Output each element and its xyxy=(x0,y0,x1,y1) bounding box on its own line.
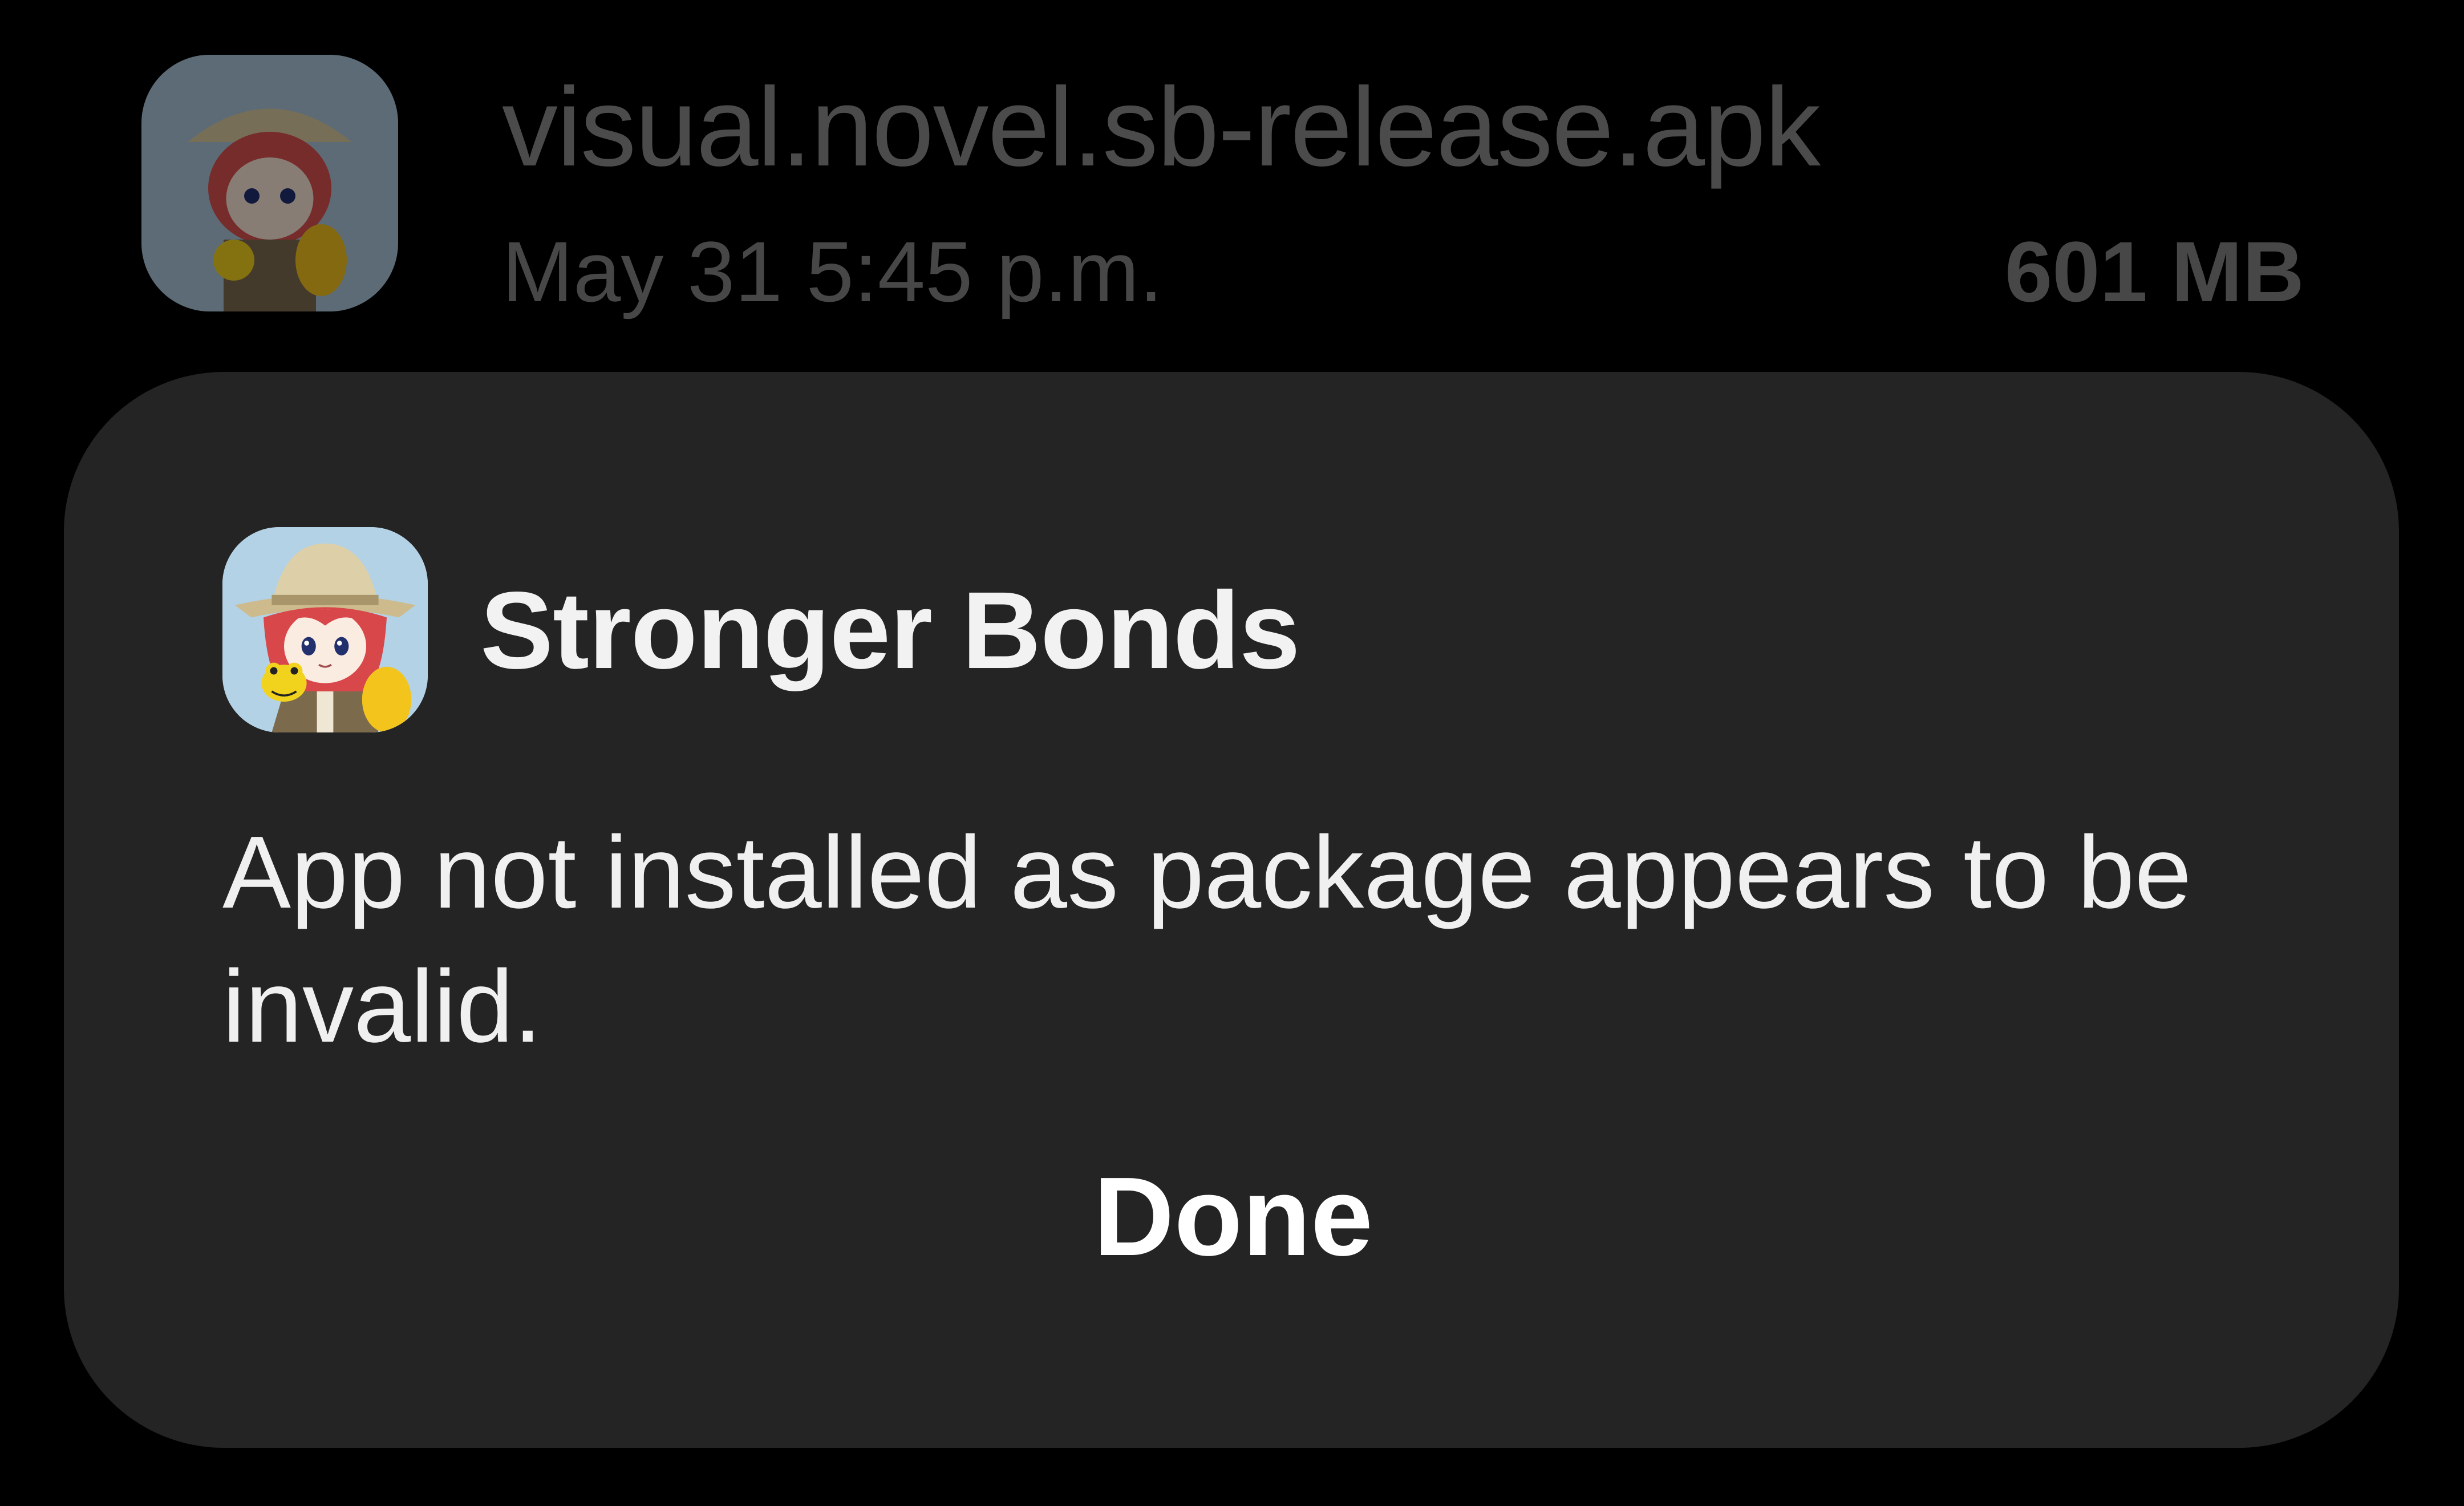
file-date: May 31 5:45 p.m. xyxy=(502,224,1163,319)
file-list-item[interactable]: visual.novel.sb-release.apk May 31 5:45 … xyxy=(0,0,2464,365)
done-button[interactable]: Done xyxy=(919,1125,1547,1307)
file-name: visual.novel.sb-release.apk xyxy=(502,64,1821,189)
app-name: Stronger Bonds xyxy=(480,569,1300,691)
error-message: App not installed as package appears to … xyxy=(222,815,2192,1064)
app-thumbnail-icon xyxy=(141,55,398,311)
install-result-dialog: Stronger Bonds App not installed as pack… xyxy=(64,372,2399,1448)
app-icon xyxy=(222,527,428,732)
file-size: 601 MB xyxy=(2004,224,2304,319)
